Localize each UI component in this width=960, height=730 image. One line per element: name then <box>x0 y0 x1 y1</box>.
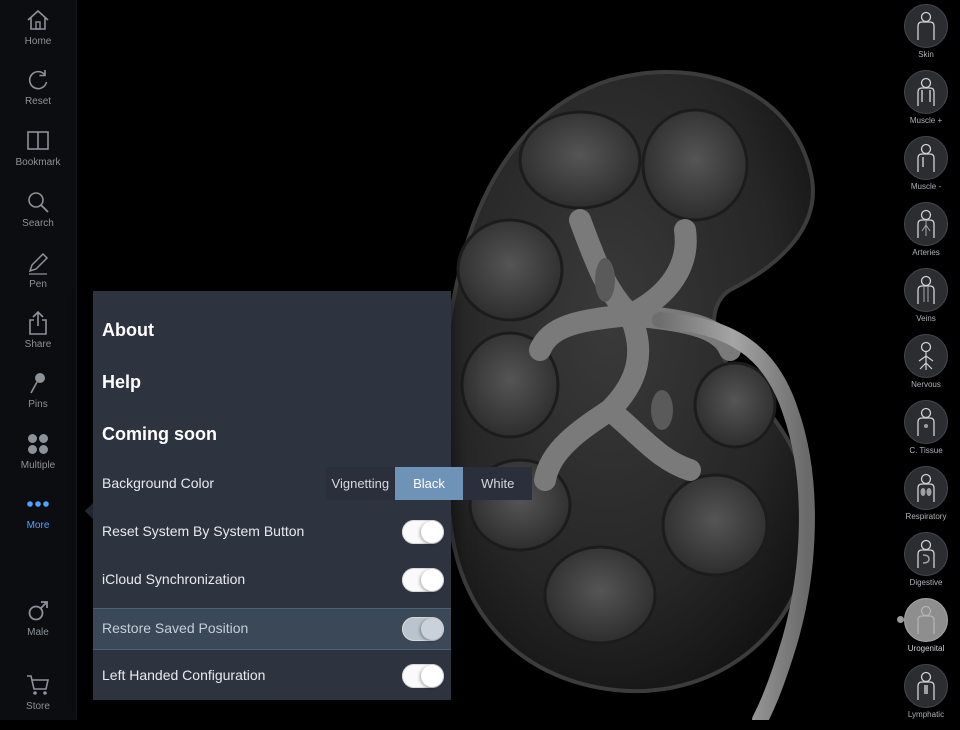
system-label: Muscle - <box>910 182 942 191</box>
store-label: Store <box>26 701 50 712</box>
icloud-toggle[interactable] <box>402 568 444 592</box>
system-lymphatic[interactable]: Lymphatic <box>892 664 960 730</box>
system-muscle-minus[interactable]: Muscle - <box>892 136 960 202</box>
lymphatic-body-icon <box>917 671 935 700</box>
reset-label: Reset <box>24 96 52 107</box>
reset-system-toggle[interactable] <box>402 520 444 544</box>
restore-position-toggle[interactable] <box>402 617 444 641</box>
background-color-label: Background Color <box>102 475 215 491</box>
bookmark-label: Bookmark <box>15 157 61 168</box>
home-label: Home <box>24 36 52 47</box>
more-button[interactable]: More <box>0 491 76 549</box>
more-menu-popover: About Help Coming soon Background Color … <box>93 291 532 700</box>
share-icon <box>29 310 47 335</box>
digestive-body-icon <box>917 539 935 568</box>
system-skin[interactable]: Skin <box>892 4 960 70</box>
pins-label: Pins <box>28 399 48 410</box>
system-label: Muscle + <box>909 116 943 125</box>
male-label: Male <box>27 627 49 638</box>
system-label: C. Tissue <box>909 446 943 455</box>
male-button[interactable]: Male <box>0 598 76 656</box>
veins-body-icon <box>917 275 935 304</box>
system-label: Veins <box>916 314 936 323</box>
nervous-body-icon <box>918 341 934 370</box>
reset-button[interactable]: Reset <box>0 67 76 125</box>
respiratory-body-icon <box>917 473 935 502</box>
multiple-icon <box>28 434 48 454</box>
home-button[interactable]: Home <box>0 7 76 65</box>
multiple-button[interactable]: Multiple <box>0 431 76 489</box>
home-icon <box>27 9 49 30</box>
pin-icon <box>30 373 45 394</box>
setting-label: iCloud Synchronization <box>102 571 246 587</box>
pen-label: Pen <box>29 279 47 290</box>
left-toolbar: Home Reset Bookmark Search Pen Share Pin… <box>0 0 77 720</box>
muscle-minus-body-icon <box>917 143 935 172</box>
arteries-body-icon <box>917 209 935 238</box>
bookmark-icon <box>27 131 49 150</box>
kidney-model[interactable] <box>430 50 850 720</box>
pins-button[interactable]: Pins <box>0 370 76 428</box>
system-connective-tissue[interactable]: C. Tissue <box>892 400 960 466</box>
system-respiratory[interactable]: Respiratory <box>892 466 960 532</box>
system-urogenital[interactable]: Urogenital <box>892 598 960 664</box>
system-label: Urogenital <box>907 644 945 653</box>
system-arteries[interactable]: Arteries <box>892 202 960 268</box>
system-label: Skin <box>918 50 934 59</box>
setting-row-icloud: iCloud Synchronization <box>93 560 451 600</box>
system-label: Respiratory <box>905 512 947 521</box>
share-button[interactable]: Share <box>0 310 76 368</box>
more-icon <box>27 501 49 507</box>
segment-black[interactable]: Black <box>394 467 464 500</box>
setting-row-reset-system: Reset System By System Button <box>93 512 451 552</box>
search-label: Search <box>22 218 54 229</box>
help-item[interactable]: Help <box>102 372 141 393</box>
system-label: Arteries <box>912 248 940 257</box>
pen-icon <box>28 252 49 275</box>
pen-button[interactable]: Pen <box>0 250 76 308</box>
segment-vignetting[interactable]: Vignetting <box>326 467 395 500</box>
share-label: Share <box>24 339 52 350</box>
search-button[interactable]: Search <box>0 189 76 247</box>
bookmark-button[interactable]: Bookmark <box>0 128 76 186</box>
setting-row-restore-position: Restore Saved Position <box>93 608 451 650</box>
store-button[interactable]: Store <box>0 672 76 730</box>
system-label: Lymphatic <box>907 710 945 719</box>
cart-icon <box>27 675 49 695</box>
background-color-segmented-control: Vignetting Black White <box>326 467 532 500</box>
selection-indicator <box>897 616 904 623</box>
system-label: Nervous <box>911 380 941 389</box>
urogenital-body-icon <box>917 605 935 634</box>
about-item[interactable]: About <box>102 320 154 341</box>
search-icon <box>28 192 49 213</box>
segment-white[interactable]: White <box>463 467 532 500</box>
system-label: Digestive <box>909 578 943 587</box>
setting-label: Left Handed Configuration <box>102 667 266 683</box>
setting-label: Reset System By System Button <box>102 523 305 539</box>
system-muscle-plus[interactable]: Muscle + <box>892 70 960 136</box>
reset-icon <box>28 70 48 90</box>
setting-label: Restore Saved Position <box>102 620 249 636</box>
left-handed-toggle[interactable] <box>402 664 444 688</box>
systems-bar: Skin Muscle + Muscle - Arteries Veins Ne… <box>892 0 960 720</box>
system-nervous[interactable]: Nervous <box>892 334 960 400</box>
setting-row-left-handed: Left Handed Configuration <box>93 656 451 696</box>
system-digestive[interactable]: Digestive <box>892 532 960 598</box>
multiple-label: Multiple <box>20 460 56 471</box>
coming-soon-item[interactable]: Coming soon <box>102 424 217 445</box>
male-icon <box>28 601 48 621</box>
system-veins[interactable]: Veins <box>892 268 960 334</box>
muscle-plus-body-icon <box>917 77 935 106</box>
more-label: More <box>26 520 50 531</box>
skin-body-icon <box>917 11 935 40</box>
tissue-body-icon <box>917 407 935 436</box>
